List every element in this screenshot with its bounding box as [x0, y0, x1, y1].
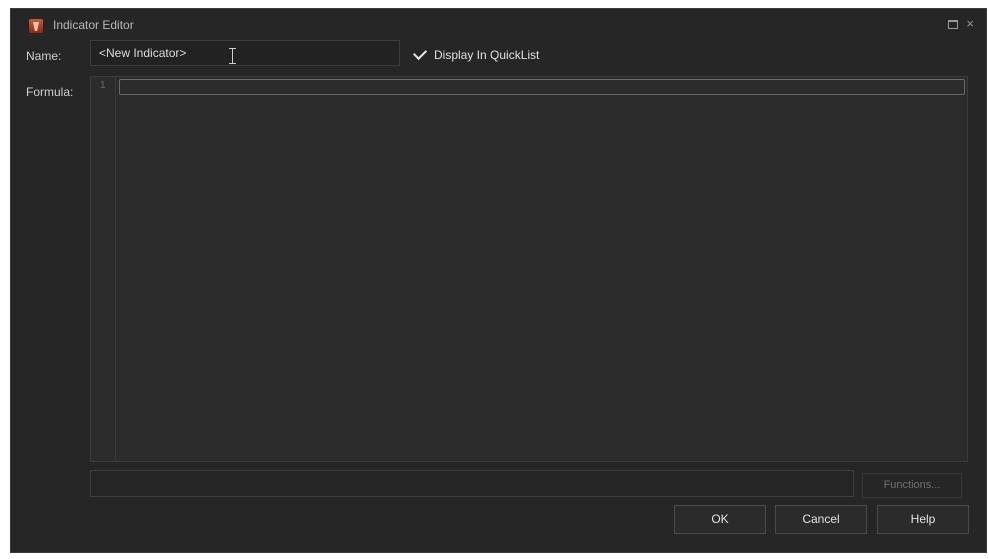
name-label: Name:	[26, 49, 62, 63]
quicklist-label: Display In QuickList	[434, 48, 540, 62]
display-in-quicklist-checkbox[interactable]: Display In QuickList	[412, 45, 540, 64]
line-number-gutter: 1	[91, 77, 116, 461]
app-icon	[29, 19, 43, 33]
current-line-highlight[interactable]	[119, 79, 965, 95]
checkmark-icon	[412, 45, 428, 61]
window-title: Indicator Editor	[53, 18, 134, 32]
formula-label: Formula:	[26, 85, 74, 99]
formula-status-field	[90, 470, 854, 497]
title-bar: Indicator Editor ×	[11, 9, 986, 43]
cancel-button[interactable]: Cancel	[775, 505, 867, 534]
name-input[interactable]: <New Indicator>	[90, 40, 400, 66]
help-button[interactable]: Help	[877, 505, 969, 534]
line-number: 1	[100, 80, 106, 91]
maximize-icon[interactable]	[948, 18, 958, 32]
text-cursor-icon	[228, 48, 237, 64]
ok-button[interactable]: OK	[674, 505, 766, 534]
functions-button[interactable]: Functions...	[862, 473, 962, 498]
close-icon[interactable]: ×	[966, 16, 974, 31]
formula-editor[interactable]: 1	[90, 76, 968, 462]
